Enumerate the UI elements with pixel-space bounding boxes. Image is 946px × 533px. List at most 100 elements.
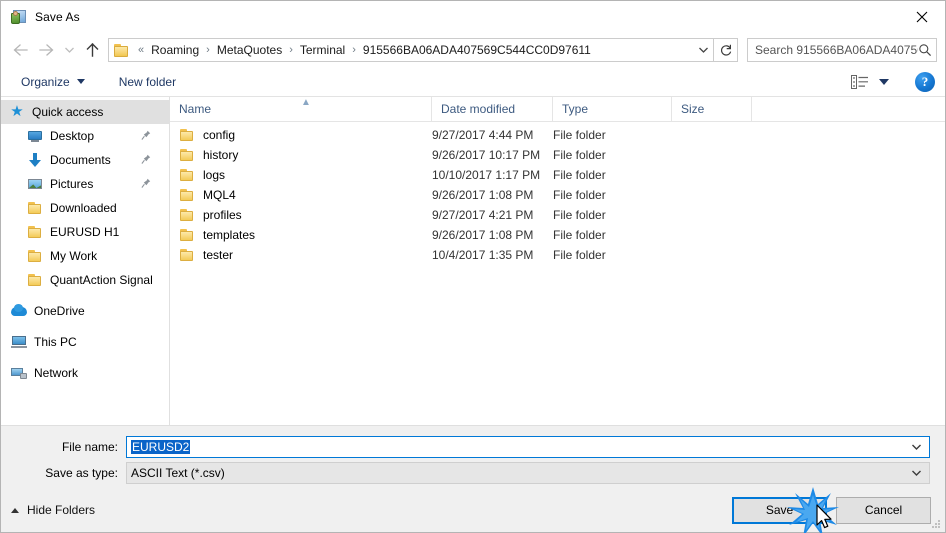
sidebar-item-label: Downloaded [50,201,117,215]
file-type: File folder [553,208,606,222]
save-as-type-value: ASCII Text (*.csv) [127,466,903,480]
file-name-input[interactable]: EURUSD2 [126,436,930,458]
save-button[interactable]: Save [732,496,827,524]
column-header-size[interactable]: Size [672,96,752,122]
sidebar-item-quick-access[interactable]: ★ Quick access [1,100,169,124]
sidebar-item-pictures[interactable]: Pictures [1,172,169,196]
view-details-icon[interactable] [849,73,871,91]
table-row[interactable]: templates 9/26/2017 1:08 PM File folder [170,225,945,245]
breadcrumb-segment-roaming[interactable]: Roaming [149,42,201,58]
onedrive-icon [11,303,27,319]
save-as-type-chevron-down-icon[interactable] [903,469,929,477]
navigation-pane[interactable]: ★ Quick access Desktop Documents Picture… [1,97,170,425]
breadcrumb-chevron-down-icon[interactable] [693,39,713,61]
breadcrumb-segment-metaquotes[interactable]: MetaQuotes [215,42,284,58]
recent-locations-chevron-down-icon[interactable] [59,37,79,63]
folder-icon [179,207,195,223]
breadcrumb-segment-instance-id[interactable]: 915566BA06ADA407569C544CC0D97611 [361,42,593,58]
file-name-cell: config [170,127,432,143]
view-chevron-down-icon[interactable] [879,78,889,85]
save-as-type-label: Save as type: [45,466,118,480]
organize-button[interactable]: Organize [15,72,91,92]
forward-icon[interactable] [33,37,59,63]
file-date: 9/27/2017 4:21 PM [432,208,534,222]
sidebar-item-my-work[interactable]: My Work [1,244,169,268]
folder-icon [179,187,195,203]
breadcrumb-overflow[interactable]: « [133,44,149,56]
table-row[interactable]: MQL4 9/26/2017 1:08 PM File folder [170,185,945,205]
save-as-dialog: Save As « Roaming › MetaQuotes › Termina… [0,0,946,533]
caret-up-icon: ▲ [301,96,311,108]
breadcrumb-separator[interactable]: › [284,44,298,56]
action-row: Hide Folders Save Cancel [1,488,945,532]
folder-icon [27,224,43,240]
table-row[interactable]: config 9/27/2017 4:44 PM File folder [170,125,945,145]
sidebar-item-label: OneDrive [34,304,85,318]
folder-icon [179,227,195,243]
pin-icon[interactable] [141,130,151,141]
back-icon[interactable] [7,37,33,63]
sidebar-item-downloaded[interactable]: Downloaded [1,196,169,220]
breadcrumb-separator[interactable]: › [347,44,361,56]
file-type: File folder [553,148,606,162]
table-row[interactable]: logs 10/10/2017 1:17 PM File folder [170,165,945,185]
pin-icon[interactable] [141,178,151,189]
file-name-cell: logs [170,167,432,183]
close-icon[interactable] [899,1,945,32]
sidebar-item-label: My Work [50,249,98,263]
table-row[interactable]: tester 10/4/2017 1:35 PM File folder [170,245,945,265]
column-header-type[interactable]: Type [553,96,672,122]
refresh-icon[interactable] [714,38,738,62]
file-type: File folder [553,188,606,202]
column-header-name[interactable]: Name ▲ [170,96,432,122]
search-box[interactable] [747,38,937,62]
sidebar-item-eurusd-h1[interactable]: EURUSD H1 [1,220,169,244]
help-icon[interactable]: ? [915,71,935,92]
cancel-button[interactable]: Cancel [836,496,931,524]
column-header-label: Date modified [441,101,516,116]
pin-icon[interactable] [141,154,151,165]
resize-grip-icon[interactable] [930,518,942,530]
folder-icon [27,248,43,264]
breadcrumb[interactable]: « Roaming › MetaQuotes › Terminal › 9155… [108,38,714,62]
file-name-row: File name: EURUSD2 [1,436,945,458]
file-name-chevron-down-icon[interactable] [903,443,929,451]
file-name-cell: templates [170,227,432,243]
file-name: config [203,128,236,142]
search-icon[interactable] [918,43,932,57]
search-input[interactable] [755,43,918,57]
sidebar-item-documents[interactable]: Documents [1,148,169,172]
caret-up-icon [11,507,19,513]
table-row[interactable]: profiles 9/27/2017 4:21 PM File folder [170,205,945,225]
column-header-label: Type [562,101,589,116]
file-name-value[interactable]: EURUSD2 [127,440,903,454]
file-name-text: EURUSD2 [131,440,191,454]
breadcrumb-segment-terminal[interactable]: Terminal [298,42,347,58]
breadcrumb-separator[interactable]: › [201,44,215,56]
hide-folders-button[interactable]: Hide Folders [11,503,95,517]
desktop-icon [27,128,43,144]
sidebar-item-onedrive[interactable]: OneDrive [1,299,169,323]
sidebar-item-label: Pictures [50,177,94,191]
file-name-cell: history [170,147,432,163]
file-name-label: File name: [61,440,118,454]
sidebar-item-desktop[interactable]: Desktop [1,124,169,148]
folder-icon [27,200,43,216]
column-header-date-modified[interactable]: Date modified [432,96,553,122]
save-label: Save [765,503,794,517]
up-icon[interactable] [79,37,105,63]
save-as-type-text: ASCII Text (*.csv) [131,466,225,480]
sidebar-item-network[interactable]: Network [1,361,169,385]
documents-icon [27,152,43,168]
new-folder-button[interactable]: New folder [113,72,182,92]
save-as-type-select[interactable]: ASCII Text (*.csv) [126,462,930,484]
file-list[interactable]: config 9/27/2017 4:44 PM File folder his… [170,122,945,425]
sidebar-item-quantaction-signal[interactable]: QuantAction Signal [1,268,169,292]
file-list-pane: Name ▲ Date modified Type Size config 9/… [170,96,945,425]
folder-icon [27,272,43,288]
file-date: 9/26/2017 10:17 PM [432,148,541,162]
save-as-type-row: Save as type: ASCII Text (*.csv) [1,462,945,484]
sidebar-item-this-pc[interactable]: This PC [1,330,169,354]
table-row[interactable]: history 9/26/2017 10:17 PM File folder [170,145,945,165]
file-type: File folder [553,248,606,262]
